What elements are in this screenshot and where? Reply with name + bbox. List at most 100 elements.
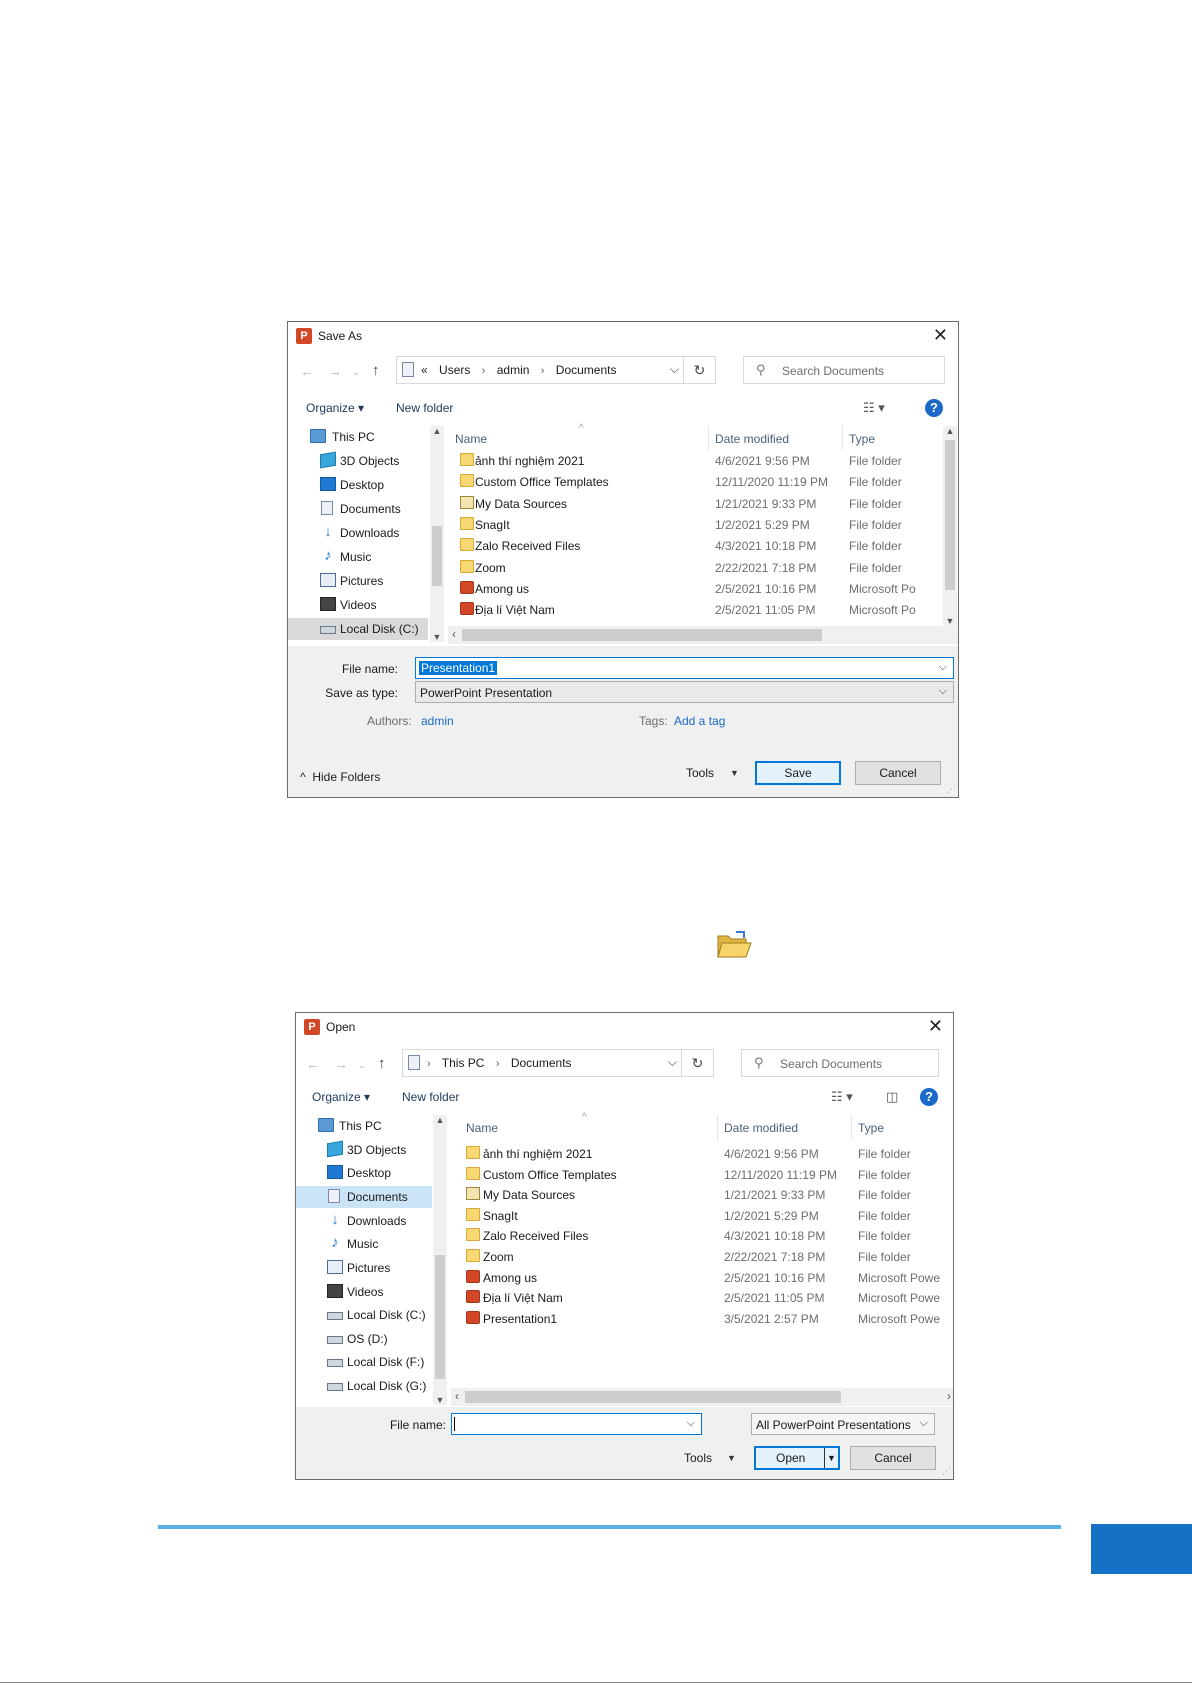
navigation-scrollbar[interactable]: ▲ ▼: [433, 1115, 447, 1405]
scroll-up-icon[interactable]: ▲: [943, 426, 957, 436]
tree-item-local-disk-g[interactable]: Local Disk (G:): [296, 1375, 432, 1397]
scroll-up-icon[interactable]: ▲: [433, 1115, 447, 1125]
cancel-button[interactable]: Cancel: [850, 1446, 936, 1470]
new-folder-button[interactable]: New folder: [396, 401, 453, 415]
file-row[interactable]: ảnh thí nghiệm 2021 4/6/2021 9:56 PM File …: [458, 1143, 953, 1164]
file-row[interactable]: Custom Office Templates 12/11/2020 11:19 …: [458, 1164, 953, 1185]
address-dropdown-icon[interactable]: ⌵: [668, 1055, 677, 1070]
chevron-down-icon[interactable]: ⌵: [939, 685, 947, 698]
scroll-down-icon[interactable]: ▼: [430, 632, 444, 642]
tree-item-videos[interactable]: Videos: [296, 1281, 432, 1303]
tree-item-videos[interactable]: Videos: [288, 594, 428, 616]
close-icon[interactable]: ✕: [933, 325, 948, 345]
authors-value[interactable]: admin: [421, 714, 454, 728]
tools-dropdown-icon[interactable]: ▼: [730, 768, 739, 778]
hscroll-thumb[interactable]: [462, 629, 822, 641]
up-arrow-icon[interactable]: ↑: [378, 1055, 386, 1072]
scroll-thumb[interactable]: [435, 1255, 445, 1379]
tree-item-local-disk-c[interactable]: Local Disk (C:): [296, 1304, 432, 1326]
tree-item-pictures[interactable]: Pictures: [288, 570, 428, 592]
breadcrumb-documents[interactable]: Documents: [511, 1056, 572, 1070]
refresh-icon[interactable]: ↻: [683, 357, 715, 383]
recent-chevron-icon[interactable]: ⌄: [358, 1060, 366, 1071]
tools-dropdown-icon[interactable]: ▼: [727, 1453, 736, 1463]
tools-button[interactable]: Tools: [686, 766, 714, 780]
chevron-down-icon[interactable]: ⌵: [920, 1417, 928, 1430]
help-icon[interactable]: ?: [925, 399, 943, 417]
column-name[interactable]: Name: [455, 432, 487, 446]
file-row[interactable]: Zalo Received Files 4/3/2021 10:18 PM File…: [458, 1225, 953, 1246]
file-row[interactable]: Zoom 2/22/2021 7:18 PM File folder: [458, 1246, 953, 1267]
file-row[interactable]: ảnh thí nghiệm 2021 4/6/2021 9:56 PM File …: [455, 450, 945, 471]
file-name-input[interactable]: Presentation1 ⌵: [415, 657, 954, 679]
up-arrow-icon[interactable]: ↑: [372, 362, 380, 379]
close-icon[interactable]: ✕: [928, 1016, 943, 1036]
refresh-icon[interactable]: ↻: [681, 1050, 713, 1076]
scroll-left-icon[interactable]: ‹: [455, 1389, 459, 1403]
view-options-icon[interactable]: ☷ ▾: [831, 1089, 853, 1105]
file-list-hscrollbar[interactable]: ‹: [448, 626, 958, 644]
help-icon[interactable]: ?: [920, 1088, 938, 1106]
scroll-up-icon[interactable]: ▲: [430, 426, 444, 436]
breadcrumb-overflow[interactable]: «: [421, 363, 428, 377]
file-row[interactable]: SnagIt 1/2/2021 5:29 PM File folder: [455, 514, 945, 535]
forward-arrow-icon[interactable]: →: [334, 1056, 348, 1072]
open-button[interactable]: Open ▼: [754, 1446, 840, 1470]
hscroll-thumb[interactable]: [465, 1391, 841, 1403]
file-row[interactable]: Zoom 2/22/2021 7:18 PM File folder: [455, 557, 945, 578]
new-folder-button[interactable]: New folder: [402, 1090, 459, 1104]
tree-item-3d-objects[interactable]: 3D Objects: [296, 1139, 432, 1161]
tree-item-documents[interactable]: Documents: [288, 498, 428, 520]
save-type-select[interactable]: PowerPoint Presentation ⌵: [415, 681, 954, 703]
open-dropdown-icon[interactable]: ▼: [824, 1448, 838, 1468]
chevron-down-icon[interactable]: ⌵: [687, 1417, 695, 1430]
column-date-modified[interactable]: Date modified: [724, 1121, 798, 1135]
open-search-box[interactable]: ⚲ Search Documents: [741, 1049, 939, 1077]
tree-item-this-pc[interactable]: This PC: [296, 1115, 432, 1137]
file-row[interactable]: Custom Office Templates 12/11/2020 11:19 …: [455, 471, 945, 492]
tree-item-os-d[interactable]: OS (D:): [296, 1328, 432, 1350]
tools-button[interactable]: Tools: [684, 1451, 712, 1465]
tree-item-local-disk-f[interactable]: Local Disk (F:): [296, 1351, 432, 1373]
file-row[interactable]: Presentation1 3/5/2021 2:57 PM Microsoft P…: [458, 1308, 953, 1329]
resize-grip-icon[interactable]: ⋰: [947, 784, 956, 795]
chevron-down-icon[interactable]: ⌵: [939, 661, 947, 674]
cancel-button[interactable]: Cancel: [855, 761, 941, 785]
hide-folders-button[interactable]: ^ Hide Folders: [300, 770, 380, 784]
forward-arrow-icon[interactable]: →: [328, 363, 342, 379]
tree-item-pictures[interactable]: Pictures: [296, 1257, 432, 1279]
tree-item-music[interactable]: ♪ Music: [296, 1233, 432, 1255]
file-type-select[interactable]: All PowerPoint Presentations ⌵: [751, 1413, 935, 1435]
breadcrumb-admin[interactable]: admin: [497, 363, 530, 377]
back-arrow-icon[interactable]: ←: [306, 1056, 320, 1072]
scroll-right-icon[interactable]: ›: [947, 1389, 951, 1403]
column-name[interactable]: Name: [466, 1121, 498, 1135]
file-list-scrollbar[interactable]: ▲ ▼: [943, 426, 957, 626]
preview-pane-icon[interactable]: ◫: [886, 1089, 898, 1105]
save-search-box[interactable]: ⚲ Search Documents: [743, 356, 945, 384]
tree-item-local-disk-c[interactable]: Local Disk (C:): [288, 618, 428, 640]
scroll-thumb[interactable]: [432, 526, 442, 586]
tree-item-desktop[interactable]: Desktop: [288, 474, 428, 496]
recent-chevron-icon[interactable]: ⌄: [352, 367, 360, 378]
file-row[interactable]: Địa lí Việt Nam 2/5/2021 11:05 PM Microsof…: [458, 1287, 953, 1308]
file-row[interactable]: Among us 2/5/2021 10:16 PM Microsoft Powe: [458, 1267, 953, 1288]
breadcrumb-this-pc[interactable]: This PC: [442, 1056, 485, 1070]
tree-item-desktop[interactable]: Desktop: [296, 1162, 432, 1184]
back-arrow-icon[interactable]: ←: [300, 363, 314, 379]
tree-item-3d-objects[interactable]: 3D Objects: [288, 450, 428, 472]
breadcrumb-documents[interactable]: Documents: [556, 363, 617, 377]
address-dropdown-icon[interactable]: ⌵: [670, 362, 679, 377]
open-address-bar[interactable]: › This PC › Documents ⌵ ↻: [402, 1049, 714, 1077]
view-options-icon[interactable]: ☷ ▾: [863, 400, 885, 416]
scroll-thumb[interactable]: [945, 440, 955, 590]
tree-item-downloads[interactable]: ↓ Downloads: [288, 522, 428, 544]
organize-button[interactable]: Organize ▾: [306, 401, 364, 415]
save-address-bar[interactable]: « Users › admin › Documents ⌵ ↻: [396, 356, 716, 384]
file-row[interactable]: Zalo Received Files 4/3/2021 10:18 PM File…: [455, 535, 945, 556]
column-type[interactable]: Type: [858, 1121, 884, 1135]
file-name-input[interactable]: ⌵: [451, 1413, 702, 1435]
file-list-hscrollbar[interactable]: ‹ ›: [451, 1388, 953, 1406]
resize-grip-icon[interactable]: ⋰: [942, 1466, 951, 1477]
scroll-left-icon[interactable]: ‹: [452, 627, 456, 641]
